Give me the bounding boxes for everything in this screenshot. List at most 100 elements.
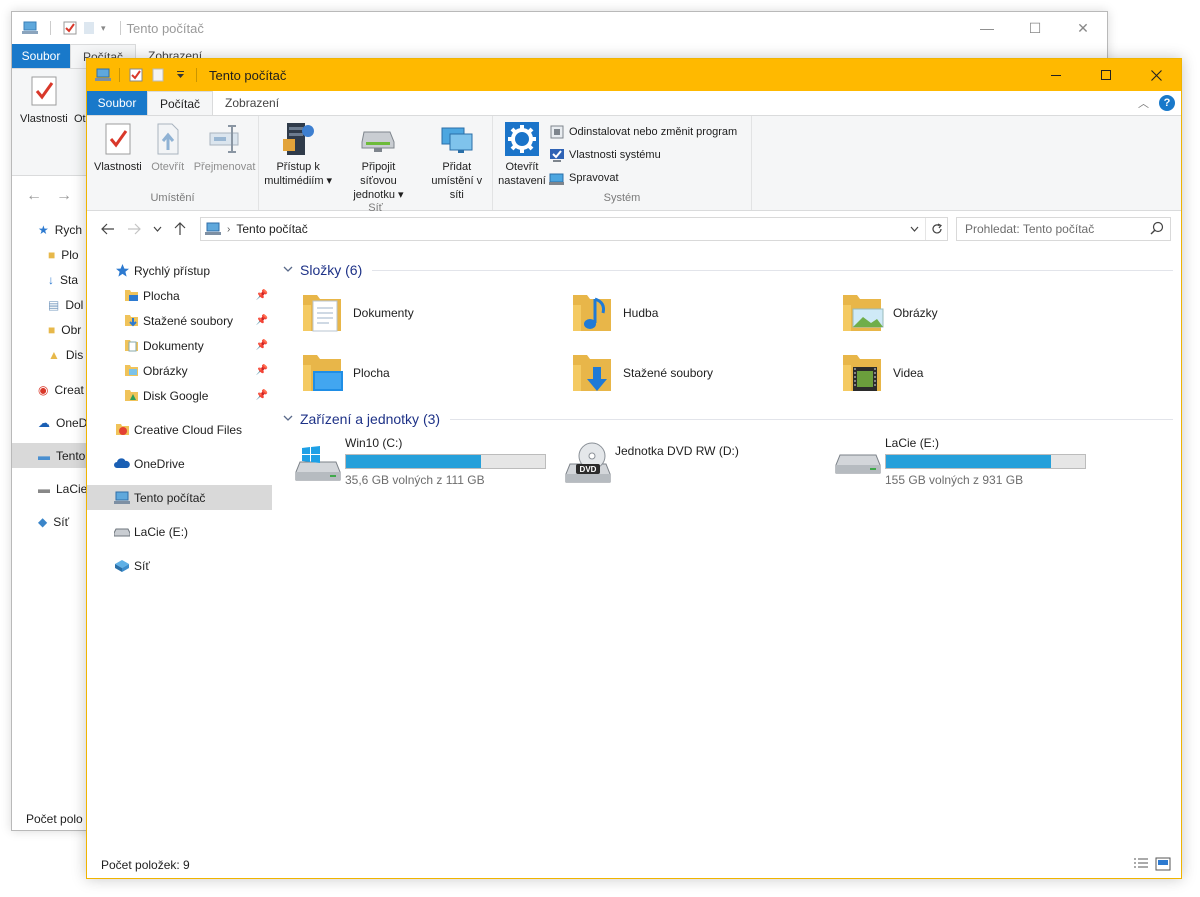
folder-tile-documents[interactable]: Dokumenty: [299, 285, 564, 341]
customize-qat-icon[interactable]: ▾: [101, 23, 106, 34]
folder-tile-desktop[interactable]: Plocha: [299, 345, 564, 401]
bg-nav-item[interactable]: ■ Obr: [12, 317, 92, 342]
pin-icon[interactable]: 📌: [256, 390, 268, 401]
bg-nav-item[interactable]: ▤ Dol: [12, 292, 92, 317]
recent-locations-button[interactable]: [147, 215, 167, 243]
item-count: Počet položek: 9: [101, 858, 190, 872]
pin-icon[interactable]: 📌: [256, 365, 268, 376]
back-icon[interactable]: ←: [26, 187, 42, 205]
close-icon[interactable]: [1131, 59, 1181, 91]
bg-nav-item[interactable]: ↓ Sta: [12, 267, 92, 292]
maximize-icon[interactable]: [1081, 59, 1131, 91]
nav-item-google-drive[interactable]: Disk Google 📌: [87, 383, 272, 408]
properties-button[interactable]: Vlastnosti: [91, 120, 145, 174]
bg-nav-item[interactable]: ▬ LaCie: [12, 476, 92, 501]
bg-nav-item[interactable]: ▬ Tento: [12, 443, 92, 468]
nav-item-documents[interactable]: Dokumenty 📌: [87, 333, 272, 358]
tab-computer[interactable]: Počítač: [147, 91, 214, 115]
computer-icon: ▬: [38, 448, 50, 463]
bg-titlebar[interactable]: ▾ Tento počítač — ☐ ✕: [12, 12, 1107, 44]
folder-tile-videos[interactable]: Videa: [839, 345, 1104, 401]
open-label: Otevřít: [151, 161, 185, 173]
nav-item-this-pc[interactable]: Tento počítač: [87, 485, 272, 510]
folders-section-header[interactable]: Složky (6): [283, 260, 1173, 280]
add-location-label-2: umístění v síti: [431, 175, 483, 201]
open-button[interactable]: Otevřít: [145, 120, 191, 174]
folder-tile-music[interactable]: Hudba: [569, 285, 834, 341]
nav-label: OneDrive: [134, 456, 185, 471]
minimize-icon[interactable]: —: [963, 12, 1011, 44]
search-icon[interactable]: [1150, 221, 1164, 235]
add-network-location-button[interactable]: Přidat umístění v síti: [422, 120, 492, 202]
devices-section-header[interactable]: Zařízení a jednotky (3): [283, 409, 1173, 429]
folder-tile-downloads[interactable]: Stažené soubory: [569, 345, 834, 401]
close-icon[interactable]: ✕: [1059, 12, 1107, 44]
computer-icon[interactable]: [95, 67, 111, 83]
new-folder-icon[interactable]: [83, 21, 95, 35]
bg-nav-item[interactable]: ◆ Síť: [12, 509, 92, 534]
details-view-icon[interactable]: [1133, 857, 1149, 874]
nav-item-desktop[interactable]: Plocha 📌: [87, 283, 272, 308]
minimize-icon[interactable]: [1031, 59, 1081, 91]
search-box[interactable]: [956, 217, 1171, 241]
settings-gear-icon: [505, 122, 539, 156]
refresh-icon[interactable]: [925, 218, 947, 240]
bg-tab-file[interactable]: Soubor: [12, 44, 70, 68]
address-history-dropdown-icon[interactable]: [903, 218, 925, 240]
nav-item-pictures[interactable]: Obrázky 📌: [87, 358, 272, 383]
forward-button[interactable]: [121, 215, 147, 243]
nav-label: Obrázky: [143, 363, 188, 378]
nav-item-onedrive[interactable]: OneDrive: [87, 451, 272, 476]
bg-nav-item[interactable]: ☁ OneD: [12, 410, 92, 435]
help-icon[interactable]: ?: [1159, 95, 1175, 111]
drive-tile-e[interactable]: LaCie (E:) 155 GB volných z 931 GB: [831, 436, 1101, 492]
properties-icon[interactable]: [63, 21, 77, 35]
nav-item-creative-cloud[interactable]: Creative Cloud Files: [87, 417, 272, 442]
bg-nav-item[interactable]: ◉ Creat: [12, 377, 92, 402]
manage-computer-icon: [549, 173, 564, 185]
media-access-button[interactable]: Přístup k multimédiím ▾: [261, 120, 335, 188]
properties-icon[interactable]: [128, 67, 144, 83]
tab-view[interactable]: Zobrazení: [213, 91, 291, 115]
forward-icon[interactable]: →: [56, 187, 72, 205]
open-settings-button[interactable]: Otevřít nastavení: [497, 120, 547, 188]
bg-nav-item[interactable]: ■ Plo: [12, 242, 92, 267]
map-network-drive-button[interactable]: Připojit síťovou jednotku ▾: [339, 120, 417, 202]
nav-item-network[interactable]: Síť: [87, 553, 272, 578]
collapse-ribbon-icon[interactable]: ︿: [1138, 95, 1149, 111]
bg-nav-label: Dis: [65, 347, 84, 362]
pin-icon[interactable]: 📌: [256, 315, 268, 326]
titlebar[interactable]: Tento počítač: [87, 59, 1181, 91]
new-folder-icon[interactable]: [150, 67, 166, 83]
explorer-window[interactable]: Tento počítač Soubor Počítač Zobrazení ︿…: [86, 58, 1182, 879]
pin-icon[interactable]: 📌: [256, 290, 268, 301]
large-icons-view-icon[interactable]: [1155, 857, 1171, 874]
nav-item-quick-access[interactable]: Rychlý přístup: [87, 258, 272, 283]
properties-icon[interactable]: [29, 75, 59, 107]
uninstall-program-button[interactable]: Odinstalovat nebo změnit program: [549, 120, 737, 143]
chevron-down-icon[interactable]: [283, 414, 297, 425]
search-input[interactable]: [965, 222, 1145, 236]
up-button[interactable]: [167, 215, 193, 243]
manage-button[interactable]: Spravovat: [549, 166, 737, 189]
breadcrumb-this-pc[interactable]: Tento počítač: [236, 222, 307, 236]
chevron-down-icon[interactable]: [283, 265, 297, 276]
downloads-folder-icon: [123, 313, 139, 329]
tab-file[interactable]: Soubor: [87, 91, 147, 115]
customize-qat-icon[interactable]: [172, 67, 188, 83]
rename-button[interactable]: Přejmenovat: [191, 120, 259, 174]
pin-icon[interactable]: 📌: [256, 340, 268, 351]
system-properties-button[interactable]: Vlastnosti systému: [549, 143, 737, 166]
folder-tile-pictures[interactable]: Obrázky: [839, 285, 1104, 341]
back-button[interactable]: [95, 215, 121, 243]
drive-tile-d[interactable]: DVD Jednotka DVD RW (D:): [561, 436, 831, 492]
bg-nav-item[interactable]: ★ Rych: [12, 217, 92, 242]
drive-usage-bar: [885, 454, 1086, 469]
address-field[interactable]: › Tento počítač: [200, 217, 948, 241]
nav-item-lacie[interactable]: LaCie (E:): [87, 519, 272, 544]
maximize-icon[interactable]: ☐: [1011, 12, 1059, 44]
breadcrumb-separator-icon[interactable]: ›: [227, 224, 230, 235]
nav-item-downloads[interactable]: Stažené soubory 📌: [87, 308, 272, 333]
bg-nav-item[interactable]: ▲ Dis: [12, 342, 92, 367]
drive-tile-c[interactable]: Win10 (C:) 35,6 GB volných z 111 GB: [291, 436, 561, 492]
